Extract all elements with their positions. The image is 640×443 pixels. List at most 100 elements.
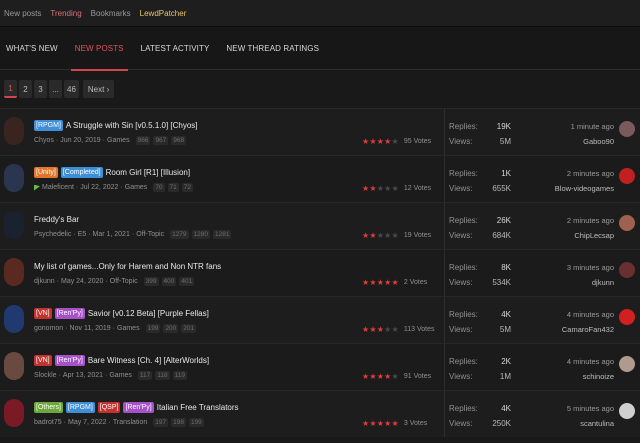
thread-title-link[interactable]: Room Girl [R1] [Illusion] — [106, 168, 190, 177]
thread-row[interactable]: Freddy's Bar Psychedelic · E5 · Mar 1, 2… — [0, 202, 640, 249]
thread-author[interactable]: Slockle — [34, 372, 57, 379]
thread-row[interactable]: [VN] [Ren'Py] Bare Witness [Ch. 4] [Alter… — [0, 343, 640, 390]
thread-page-link[interactable]: 201 — [181, 324, 197, 333]
thread-prefix-qsp[interactable]: [QSP] — [97, 401, 121, 413]
latest-time[interactable]: 4 minutes ago — [504, 354, 614, 369]
thread-prefix-vn[interactable]: [VN] — [34, 307, 52, 319]
thread-author[interactable]: Psychedelic — [34, 231, 71, 238]
thread-prefix-vn[interactable]: [VN] — [34, 354, 52, 366]
thread-page-link[interactable]: 197 — [153, 418, 169, 427]
thread-page-link[interactable]: 118 — [155, 371, 170, 380]
thread-forum[interactable]: Games — [125, 184, 148, 191]
thread-page-link[interactable]: 119 — [172, 371, 188, 380]
page-3-button[interactable]: 3 — [34, 80, 47, 98]
latest-user-avatar[interactable] — [619, 356, 635, 372]
latest-user-avatar[interactable] — [619, 168, 635, 184]
latest-user[interactable]: scantulina — [504, 416, 614, 431]
thread-prefix-renpy[interactable]: [Ren'Py] — [123, 401, 154, 413]
thread-date[interactable]: May 7, 2022 — [68, 419, 107, 426]
thread-title-link[interactable]: Savior [v0.12 Beta] [Purple Fellas] — [88, 309, 209, 318]
tab-latest-activity[interactable]: LATEST ACTIVITY — [141, 26, 210, 70]
thread-prefix-unity[interactable]: [Unity] — [34, 166, 58, 178]
thread-page-link[interactable]: 966 — [135, 136, 151, 145]
thread-date[interactable]: Jun 20, 2019 — [60, 137, 100, 144]
latest-user[interactable]: Gaboo90 — [504, 134, 614, 149]
thread-forum[interactable]: Games — [109, 372, 132, 379]
thread-page-link[interactable]: 400 — [161, 277, 177, 286]
latest-user[interactable]: Blow-videogames — [504, 181, 614, 196]
thread-page-link[interactable]: 1280 — [191, 230, 211, 239]
thread-row[interactable]: [Unity] [Completed] Room Girl [R1] [Illus… — [0, 155, 640, 202]
thread-row[interactable]: [VN] [Ren'Py] Savior [v0.12 Beta] [Purple… — [0, 296, 640, 343]
thread-author[interactable]: djkunn — [34, 278, 55, 285]
latest-user[interactable]: djkunn — [504, 275, 614, 290]
thread-forum[interactable]: Off-Topic — [136, 231, 164, 238]
tab-new-thread-ratings[interactable]: NEW THREAD RATINGS — [226, 26, 319, 70]
thread-date[interactable]: May 24, 2020 — [61, 278, 103, 285]
thread-title-link[interactable]: A Struggle with Sin [v0.5.1.0] [Chyos] — [66, 121, 198, 130]
latest-time[interactable]: 2 minutes ago — [504, 166, 614, 181]
thread-thumbnail[interactable] — [4, 305, 24, 333]
latest-time[interactable]: 5 minutes ago — [504, 401, 614, 416]
thread-author[interactable]: gonomon — [34, 325, 63, 332]
thread-page-link[interactable]: 71 — [167, 183, 179, 192]
thread-date[interactable]: Apr 13, 2021 — [63, 372, 103, 379]
thread-prefix-renpy[interactable]: [Ren'Py] — [54, 307, 85, 319]
thread-date[interactable]: E5 · Mar 1, 2021 — [78, 231, 130, 238]
latest-user-avatar[interactable] — [619, 215, 635, 231]
page-ellipsis-button[interactable]: ... — [49, 80, 62, 98]
thread-page-link[interactable]: 199 — [145, 324, 161, 333]
thread-prefix-renpy[interactable]: [Ren'Py] — [54, 354, 85, 366]
thread-thumbnail[interactable] — [4, 258, 24, 286]
thread-page-link[interactable]: 72 — [181, 183, 194, 192]
latest-user-avatar[interactable] — [619, 121, 635, 137]
nav-new-posts[interactable]: New posts — [4, 9, 41, 18]
next-page-button[interactable]: Next › — [82, 80, 115, 98]
thread-title-link[interactable]: Bare Witness [Ch. 4] [AlterWorlds] — [88, 356, 209, 365]
latest-time[interactable]: 2 minutes ago — [504, 213, 614, 228]
thread-title-link[interactable]: Italian Free Translators — [157, 403, 239, 412]
thread-thumbnail[interactable] — [4, 352, 24, 380]
thread-thumbnail[interactable] — [4, 117, 24, 145]
thread-author[interactable]: badrot75 — [34, 419, 62, 426]
page-2-button[interactable]: 2 — [19, 80, 32, 98]
thread-page-link[interactable]: 399 — [143, 277, 159, 286]
thread-author[interactable]: Chyos — [34, 137, 54, 144]
thread-forum[interactable]: Translation — [113, 419, 147, 426]
latest-user[interactable]: CamaroFan432 — [504, 322, 614, 337]
thread-page-link[interactable]: 967 — [153, 136, 169, 145]
nav-trending[interactable]: Trending — [50, 9, 81, 18]
thread-row[interactable]: [RPGM] A Struggle with Sin [v0.5.1.0] [C… — [0, 108, 640, 155]
tab-new-posts[interactable]: NEW POSTS — [70, 26, 128, 71]
thread-page-link[interactable]: 401 — [179, 277, 195, 286]
latest-user-avatar[interactable] — [619, 309, 635, 325]
thread-page-link[interactable]: 1279 — [170, 230, 189, 239]
thread-row[interactable]: [Others] [RPGM] [QSP] [Ren'Py] Italian Free… — [0, 390, 640, 437]
thread-prefix-completed[interactable]: [Completed] — [60, 166, 103, 178]
thread-page-link[interactable]: 198 — [171, 418, 186, 427]
thread-row[interactable]: My list of games...Only for Harem and No… — [0, 249, 640, 296]
thread-page-link[interactable]: 117 — [137, 371, 153, 380]
thread-date[interactable]: Nov 11, 2019 — [70, 325, 111, 332]
thread-forum[interactable]: Games — [107, 137, 130, 144]
thread-prefix-rpgm[interactable]: [RPGM] — [65, 401, 95, 413]
thread-forum[interactable]: Off-Topic — [110, 278, 138, 285]
latest-user[interactable]: ChipLecsap — [504, 228, 614, 243]
latest-user[interactable]: schinoize — [504, 369, 614, 384]
thread-date[interactable]: Jul 22, 2022 — [80, 184, 118, 191]
thread-title-link[interactable]: Freddy's Bar — [34, 215, 79, 224]
nav-bookmarks[interactable]: Bookmarks — [91, 9, 131, 18]
latest-user-avatar[interactable] — [619, 403, 635, 419]
thread-thumbnail[interactable] — [4, 164, 24, 192]
latest-time[interactable]: 1 minute ago — [504, 119, 614, 134]
thread-page-link[interactable]: 968 — [171, 136, 187, 145]
page-1-button[interactable]: 1 — [4, 80, 17, 98]
thread-prefix-rpgm[interactable]: [RPGM] — [34, 119, 63, 131]
latest-time[interactable]: 3 minutes ago — [504, 260, 614, 275]
thread-prefix-others[interactable]: [Others] — [34, 401, 63, 413]
tab-whats-new[interactable]: WHAT'S NEW — [6, 26, 58, 70]
thread-author[interactable]: Maleficent — [42, 184, 74, 191]
thread-title-link[interactable]: My list of games...Only for Harem and No… — [34, 262, 221, 271]
thread-page-link[interactable]: 70 — [153, 183, 165, 192]
thread-page-link[interactable]: 1281 — [213, 230, 232, 239]
